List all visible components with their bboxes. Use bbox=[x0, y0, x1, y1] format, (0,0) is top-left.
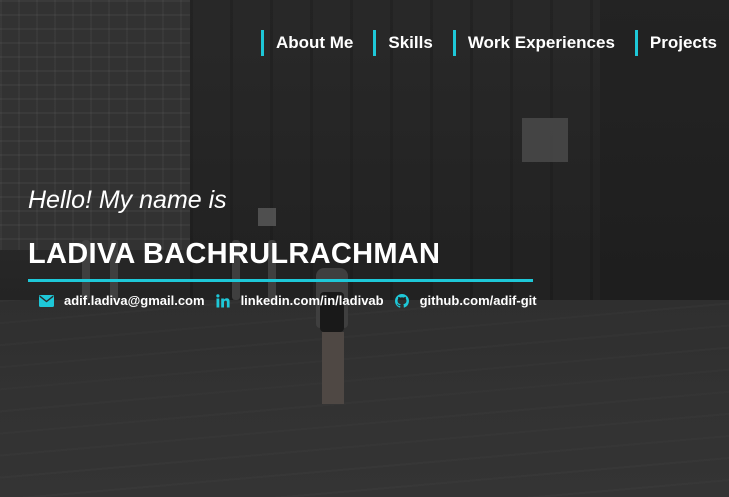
contact-github: github.com/adif-git bbox=[395, 293, 537, 308]
greeting-text: Hello! My name is bbox=[28, 186, 227, 214]
github-icon bbox=[395, 293, 410, 308]
nav-projects[interactable]: Projects bbox=[634, 30, 729, 56]
nav-skills[interactable]: Skills bbox=[373, 30, 433, 56]
contact-email: adif.ladiva@gmail.com bbox=[39, 293, 205, 308]
main-nav: About Me Skills Work Experiences Project… bbox=[260, 30, 729, 56]
contact-list: adif.ladiva@gmail.com linkedin.com/in/la… bbox=[39, 293, 548, 308]
nav-about-me[interactable]: About Me bbox=[260, 30, 353, 56]
page-title: LADIVA BACHRULRACHMAN bbox=[28, 238, 533, 282]
linkedin-link[interactable]: linkedin.com/in/ladivab bbox=[241, 293, 384, 308]
envelope-icon bbox=[39, 293, 54, 308]
github-link[interactable]: github.com/adif-git bbox=[420, 293, 537, 308]
hero-section: About Me Skills Work Experiences Project… bbox=[0, 0, 729, 497]
nav-work-experiences[interactable]: Work Experiences bbox=[452, 30, 615, 56]
email-link[interactable]: adif.ladiva@gmail.com bbox=[64, 293, 205, 308]
linkedin-icon bbox=[216, 293, 231, 308]
contact-linkedin: linkedin.com/in/ladivab bbox=[216, 293, 384, 308]
